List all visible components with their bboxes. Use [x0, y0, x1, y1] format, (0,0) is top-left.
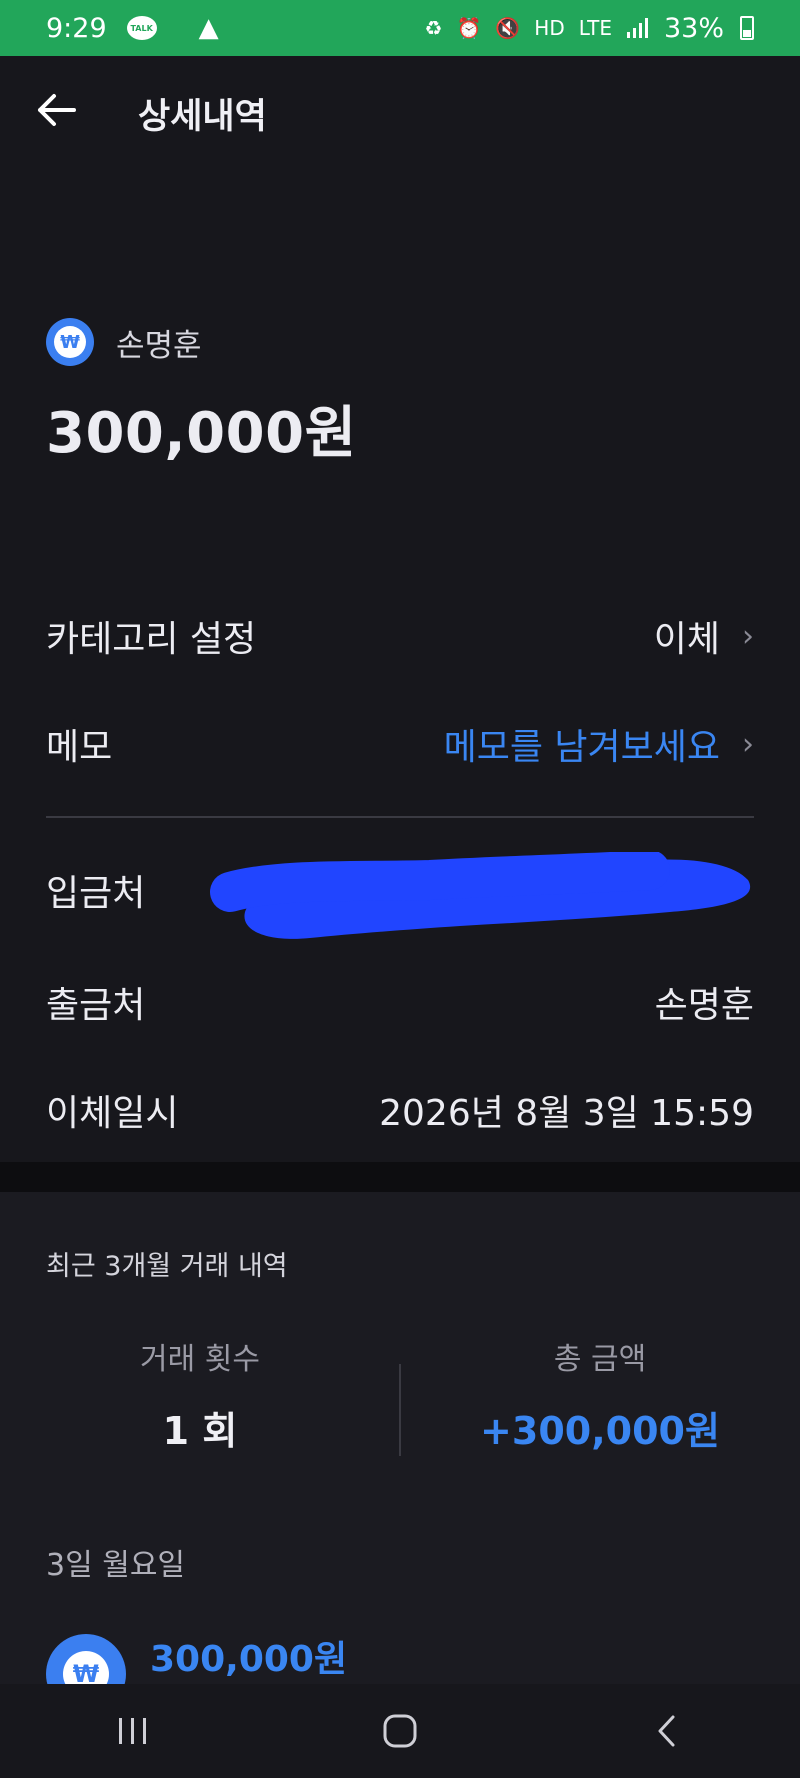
page-title: 상세내역 [138, 97, 267, 137]
category-value-wrap: 이체 › [654, 610, 754, 662]
recent-apps-button[interactable] [93, 1701, 173, 1761]
hd-icon: HD [534, 16, 565, 40]
date-group-label: 3일 월요일 [46, 1548, 186, 1583]
arrow-left-icon [38, 94, 76, 126]
alarm-icon: ⏰ [456, 16, 482, 40]
memo-row[interactable]: 메모 메모를 남겨보세요 › [46, 718, 754, 770]
counterparty-name: 손명훈 [116, 327, 202, 364]
withdraw-value: 손명훈 [654, 985, 754, 1026]
redaction-scribble [210, 852, 751, 939]
recent-apps-icon [119, 1718, 147, 1744]
kakaotalk-icon: TALK [126, 16, 157, 40]
datetime-row: 이체일시 2026년 8월 3일 15:59 [46, 1084, 754, 1136]
recent-transactions: 최근 3개월 거래 내역 거래 횟수 1 회 총 금액 +300,000원 3일… [0, 1192, 800, 1714]
withdraw-row: 출금처 손명훈 [46, 976, 754, 1028]
talk-icon-label: TALK [130, 23, 153, 33]
section-divider [0, 1162, 800, 1192]
won-icon: ₩ [46, 318, 94, 366]
memo-placeholder: 메모를 남겨보세요 [443, 727, 720, 768]
signal-icon [626, 18, 648, 38]
lte-icon: LTE [578, 16, 612, 40]
transaction-summary: ₩ 손명훈 300,000원 [46, 318, 357, 469]
warning-icon: ▲ [198, 13, 219, 43]
withdraw-label: 출금처 [46, 985, 146, 1026]
count-label: 거래 횟수 [140, 1342, 260, 1377]
status-bar: 9:29 TALK ▲ ♻ ⏰ 🔇 HD LTE 33% [0, 0, 800, 56]
deposit-label: 입금처 [46, 873, 146, 914]
transaction-amount: 300,000원 [46, 401, 357, 466]
memo-value-wrap: 메모를 남겨보세요 › [444, 718, 754, 770]
datetime-label: 이체일시 [46, 1093, 179, 1134]
stat-divider [399, 1364, 401, 1456]
battery-percent: 33% [663, 12, 724, 44]
back-button[interactable] [32, 86, 80, 134]
mute-icon: 🔇 [495, 16, 521, 40]
total-stat: 총 금액 +300,000원 [400, 1334, 800, 1455]
list-item-amount[interactable]: 300,000원 [150, 1630, 347, 1682]
total-label: 총 금액 [553, 1342, 647, 1377]
app-header: 상세내역 [0, 56, 800, 166]
system-nav-bar [0, 1684, 800, 1778]
chevron-right-icon: › [742, 618, 754, 654]
category-row[interactable]: 카테고리 설정 이체 › [46, 610, 754, 662]
battery-icon [740, 16, 754, 40]
status-time: 9:29 [46, 12, 107, 44]
count-stat: 거래 횟수 1 회 [0, 1334, 400, 1455]
home-button[interactable] [360, 1701, 440, 1761]
memo-label: 메모 [46, 727, 113, 768]
category-value: 이체 [653, 619, 720, 660]
total-value: +300,000원 [480, 1409, 720, 1453]
recycle-icon: ♻ [424, 16, 443, 40]
category-label: 카테고리 설정 [46, 619, 257, 660]
chevron-left-icon [658, 1715, 675, 1747]
count-value: 1 회 [162, 1409, 238, 1453]
back-nav-button[interactable] [627, 1701, 707, 1761]
recent-title: 최근 3개월 거래 내역 [46, 1251, 288, 1282]
chevron-right-icon: › [742, 726, 754, 762]
divider [46, 816, 754, 818]
home-icon [383, 1714, 417, 1748]
datetime-value: 2026년 8월 3일 15:59 [379, 1093, 754, 1134]
